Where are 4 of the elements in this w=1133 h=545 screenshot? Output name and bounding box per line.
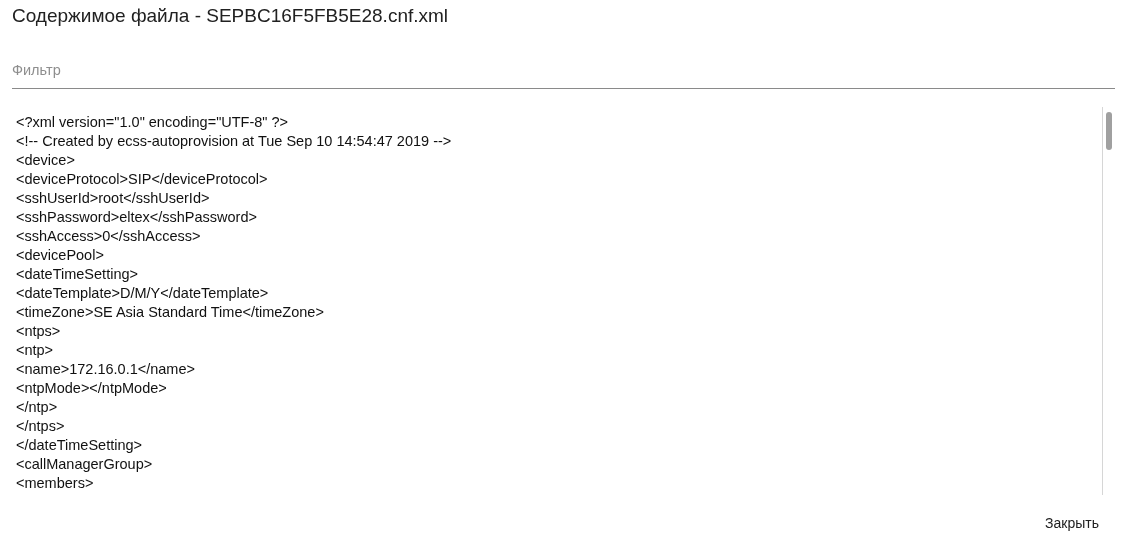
file-content-field[interactable]: <?xml version="1.0" encoding="UTF-8" ?> <!-- Created by ecss-autoprovision at Tue Sep 10 14:54:47 2019 --> <device> <deviceProtocol>SIP</deviceProtocol> <sshUserId>root</sshUserId> <sshPassword>eltex</sshPassword> <sshAccess>0</sshAccess> <devicePool> <dateTimeSetting> <dateTemplate>D/M/Y</dateTemplate> <timeZone>SE Asia Standard Time</timeZone> <ntps> <ntp> <name>172.16.0.1</name> <ntpMode></ntpMode> </ntp> </ntps> </dateTimeSetting> <callManagerGroup> <members> — [12, 106, 1102, 495]
dialog-title: Содержимое файла - SEPBC16F5FB5E28.cnf.xml — [12, 4, 450, 28]
close-button[interactable]: Закрыть — [1037, 506, 1107, 540]
scrollbar-thumb[interactable] — [1106, 111, 1112, 150]
